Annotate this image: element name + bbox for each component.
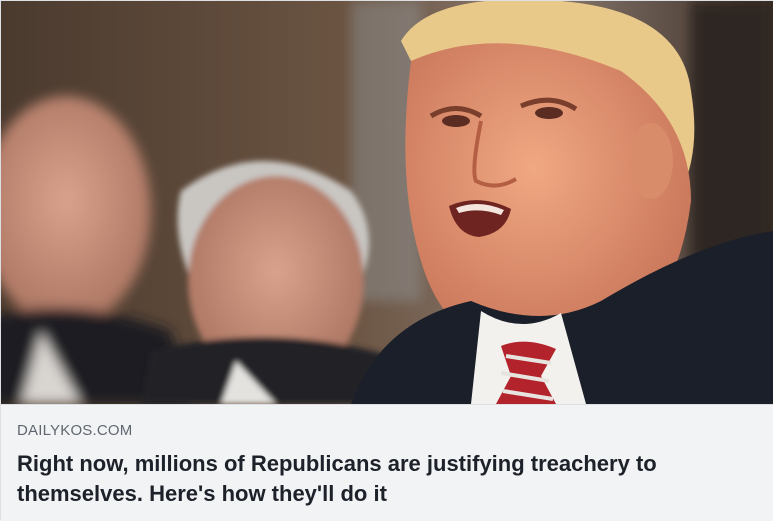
article-headline[interactable]: Right now, millions of Republicans are j… — [17, 449, 757, 509]
source-domain: DAILYKOS.COM — [17, 422, 133, 439]
article-thumbnail-image[interactable] — [1, 1, 773, 404]
link-preview-card[interactable]: DAILYKOS.COM Right now, millions of Repu… — [0, 0, 773, 521]
link-preview-meta[interactable]: DAILYKOS.COM Right now, millions of Repu… — [1, 404, 773, 521]
